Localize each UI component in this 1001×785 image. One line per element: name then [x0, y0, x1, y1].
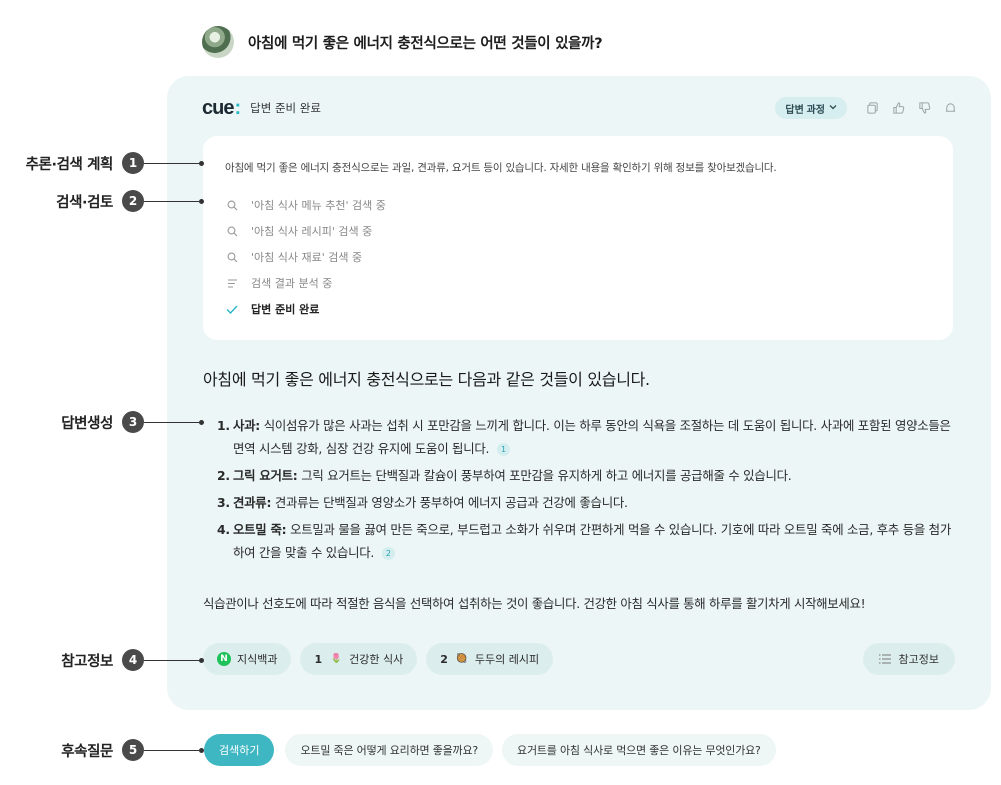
- reference-label: 두두의 레시피: [474, 653, 540, 666]
- annotation-line: [144, 749, 199, 751]
- annotation-5: 후속질문 5: [10, 739, 204, 761]
- process-step-label: '아침 식사 레시피' 검색 중: [251, 225, 373, 238]
- question-text: 아침에 먹기 좋은 에너지 충전식으로는 어떤 것들이 있을까?: [248, 35, 603, 52]
- annotation-line: [144, 200, 199, 202]
- logo-text: cue: [202, 96, 234, 119]
- search-button[interactable]: 검색하기: [204, 734, 275, 766]
- search-icon: [225, 226, 239, 237]
- followup-bar: 검색하기 오트밀 죽은 어떻게 요리하면 좋을까요? 요거트를 아침 식사로 먹…: [204, 734, 785, 766]
- annotation-label: 참고정보: [61, 653, 113, 670]
- answer-title: 아침에 먹기 좋은 에너지 충전식으로는 다음과 같은 것들이 있습니다.: [203, 370, 650, 389]
- answer-process-button[interactable]: 답변 과정: [775, 97, 847, 119]
- annotation-label: 답변생성: [61, 415, 113, 432]
- reference-number: 1: [314, 652, 323, 666]
- item-number: 1.: [217, 418, 230, 433]
- reference-chip[interactable]: N 지식백과: [203, 643, 292, 675]
- process-step-label: 답변 준비 완료: [251, 303, 320, 316]
- process-step-label: '아침 식사 메뉴 추천' 검색 중: [251, 199, 386, 212]
- item-number: 2.: [217, 468, 230, 483]
- annotation-label: 후속질문: [61, 743, 113, 760]
- process-step-label: '아침 식사 재료' 검색 중: [251, 251, 363, 264]
- food-icon: 🥘: [456, 654, 468, 664]
- item-term: 견과류:: [233, 495, 272, 510]
- process-box: 아침에 먹기 좋은 에너지 충전식으로는 과일, 견과류, 요거트 등이 있습니…: [203, 136, 953, 340]
- thumbs-down-icon[interactable]: [918, 102, 931, 115]
- answer-item: 1. 사과: 식이섬유가 많은 사과는 섭취 시 포만감을 느끼게 합니다. 이…: [217, 414, 959, 460]
- card-header: cue: 답변 준비 완료 답변 과정: [202, 96, 957, 120]
- answer-process-label: 답변 과정: [785, 104, 825, 116]
- annotation-number: 4: [122, 649, 144, 671]
- naver-icon: N: [217, 652, 231, 666]
- references-bar: N 지식백과 1 🌷 건강한 식사 2 🥘 두두의 레시피 참고정보: [203, 643, 955, 675]
- answer-list: 1. 사과: 식이섬유가 많은 사과는 섭취 시 포만감을 느끼게 합니다. 이…: [217, 414, 959, 568]
- annotation-line: [144, 162, 199, 164]
- reference-label: 지식백과: [237, 653, 278, 666]
- annotation-1: 추론·검색 계획 1: [10, 152, 204, 174]
- answer-card: cue: 답변 준비 완료 답변 과정 아침에 먹기 좋은 에너지 충전식으로는…: [167, 76, 991, 710]
- search-icon: [225, 252, 239, 263]
- annotation-dot: [199, 747, 204, 753]
- annotation-dot: [199, 160, 204, 166]
- process-step: '아침 식사 재료' 검색 중: [225, 249, 362, 265]
- answer-item: 2. 그릭 요거트: 그릭 요거트는 단백질과 칼슘이 풍부하여 포만감을 유지…: [217, 464, 959, 487]
- annotation-number: 1: [122, 152, 144, 174]
- annotation-label: 추론·검색 계획: [25, 156, 114, 173]
- followup-question[interactable]: 요거트를 아침 식사로 먹으면 좋은 이유는 무엇인가요?: [502, 734, 776, 766]
- citation-badge[interactable]: 1: [496, 443, 510, 456]
- annotation-2: 검색·검토 2: [10, 190, 204, 212]
- citation-badge[interactable]: 2: [381, 547, 395, 560]
- analyze-icon: [225, 278, 239, 289]
- reference-chip[interactable]: 1 🌷 건강한 식사: [300, 643, 418, 675]
- item-text: 견과류는 단백질과 영양소가 풍부하여 에너지 공급과 건강에 좋습니다.: [271, 495, 628, 510]
- item-text: 그릭 요거트는 단백질과 칼슘이 풍부하여 포만감을 유지하게 하고 에너지를 …: [297, 468, 792, 483]
- process-step-done: 답변 준비 완료: [225, 301, 319, 317]
- references-all-button[interactable]: 참고정보: [862, 643, 955, 675]
- user-avatar: [202, 26, 234, 58]
- tulip-icon: 🌷: [330, 654, 342, 664]
- annotation-dot: [199, 198, 204, 204]
- item-text: 오트밀과 물을 끓여 만든 죽으로, 부드럽고 소화가 쉬우며 간편하게 먹을 …: [233, 522, 951, 560]
- item-term: 사과:: [233, 418, 261, 433]
- item-term: 그릭 요거트:: [233, 468, 298, 483]
- question-header: 아침에 먹기 좋은 에너지 충전식으로는 어떤 것들이 있을까?: [202, 26, 603, 58]
- process-step: 검색 결과 분석 중: [225, 275, 332, 291]
- annotation-4: 참고정보 4: [10, 649, 204, 671]
- reference-chip[interactable]: 2 🥘 두두의 레시피: [426, 643, 554, 675]
- annotation-line: [144, 659, 199, 661]
- annotation-number: 2: [122, 190, 144, 212]
- annotation-line: [144, 421, 199, 423]
- annotation-dot: [199, 657, 204, 663]
- chevron-down-icon: [829, 103, 837, 114]
- process-step-label: 검색 결과 분석 중: [251, 277, 333, 290]
- item-term: 오트밀 죽:: [233, 522, 287, 537]
- search-icon: [225, 200, 239, 211]
- answer-footer: 식습관이나 선호도에 따라 적절한 음식을 선택하여 섭취하는 것이 좋습니다.…: [203, 596, 866, 611]
- answer-status: 답변 준비 완료: [250, 101, 321, 115]
- reference-number: 2: [440, 652, 448, 666]
- item-text: 식이섬유가 많은 사과는 섭취 시 포만감을 느끼게 합니다. 이는 하루 동안…: [233, 418, 951, 456]
- thumbs-up-icon[interactable]: [892, 102, 905, 115]
- check-icon: [225, 304, 239, 315]
- reference-label: 건강한 식사: [349, 653, 404, 666]
- annotation-number: 3: [122, 411, 144, 433]
- followup-question[interactable]: 오트밀 죽은 어떻게 요리하면 좋을까요?: [285, 734, 494, 766]
- annotation-number: 5: [122, 739, 144, 761]
- annotation-label: 검색·검토: [56, 194, 113, 211]
- list-icon: [878, 654, 891, 664]
- item-number: 3.: [217, 495, 230, 510]
- cue-logo: cue:: [202, 96, 241, 120]
- logo-dot: :: [234, 96, 241, 119]
- reasoning-plan: 아침에 먹기 좋은 에너지 충전식으로는 과일, 견과류, 요거트 등이 있습니…: [225, 162, 777, 174]
- annotation-dot: [199, 419, 204, 425]
- process-step: '아침 식사 레시피' 검색 중: [225, 223, 372, 239]
- answer-item: 3. 견과류: 견과류는 단백질과 영양소가 풍부하여 에너지 공급과 건강에 …: [217, 491, 959, 514]
- notification-icon[interactable]: [944, 102, 957, 115]
- process-step: '아침 식사 메뉴 추천' 검색 중: [225, 197, 386, 213]
- copy-icon[interactable]: [866, 102, 879, 115]
- references-all-label: 참고정보: [898, 653, 939, 666]
- item-number: 4.: [217, 522, 230, 537]
- header-actions: 답변 과정: [775, 97, 957, 119]
- answer-item: 4. 오트밀 죽: 오트밀과 물을 끓여 만든 죽으로, 부드럽고 소화가 쉬우…: [217, 518, 959, 564]
- annotation-3: 답변생성 3: [10, 411, 204, 433]
